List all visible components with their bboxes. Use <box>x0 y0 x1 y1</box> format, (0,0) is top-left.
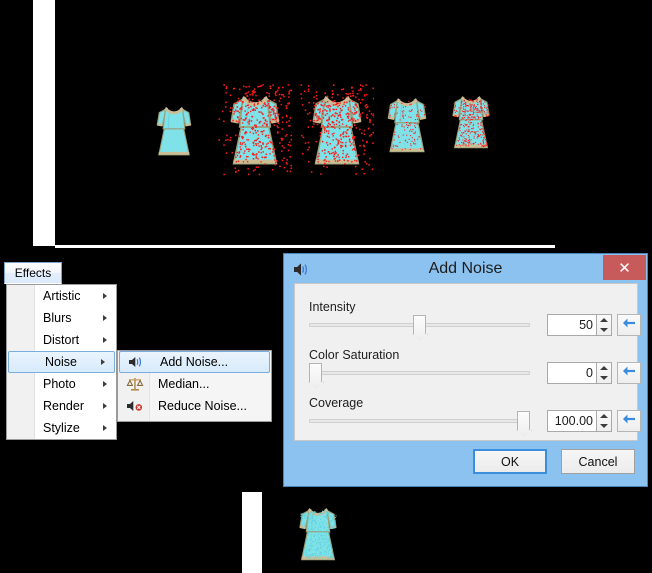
canvas-filler <box>0 246 55 258</box>
chevron-right-icon <box>103 381 107 387</box>
reset-button-coverage[interactable] <box>617 410 641 432</box>
menu-item-label: Artistic <box>43 289 81 303</box>
dress-result-preview <box>290 498 346 570</box>
reset-button-color-saturation[interactable] <box>617 362 641 384</box>
dialog-controls-panel: Intensity 50 Color Saturation 0 Coverage 100.… <box>294 283 638 441</box>
spinner-up-icon[interactable] <box>597 363 611 373</box>
spinner-value-2[interactable]: 100.00 <box>547 410 596 432</box>
spinner-value-0[interactable]: 50 <box>547 314 596 336</box>
cancel-button[interactable]: Cancel <box>561 449 635 474</box>
app-root: Effects Artistic Blurs Distort Noise Photo Re… <box>0 0 652 573</box>
chevron-right-icon <box>103 425 107 431</box>
menu-item-label: Median... <box>158 377 209 391</box>
spinner-up-icon[interactable] <box>597 315 611 325</box>
effects-menu-item-noise[interactable]: Noise <box>8 351 115 373</box>
dress-noise-scattered-a <box>218 84 292 176</box>
effects-menu-item-render[interactable]: Render <box>7 395 116 417</box>
spinner-color-saturation[interactable]: 0 <box>547 362 612 384</box>
menu-item-label: Add Noise... <box>160 355 228 369</box>
slider-thumb-intensity[interactable] <box>413 315 426 334</box>
menubar-effects-label: Effects <box>15 266 51 280</box>
slider-coverage[interactable] <box>309 419 530 423</box>
effects-menu[interactable]: Artistic Blurs Distort Noise Photo Render Styl… <box>6 284 117 440</box>
reset-button-intensity[interactable] <box>617 314 641 336</box>
control-label-color-saturation: Color Saturation <box>309 348 399 362</box>
dress-noise-scattered-b <box>300 84 374 176</box>
image-canvas[interactable] <box>0 0 652 252</box>
slider-color-saturation[interactable] <box>309 371 530 375</box>
chevron-right-icon <box>101 359 105 365</box>
reset-arrow-icon <box>622 316 636 334</box>
menu-item-label: Stylize <box>43 421 80 435</box>
spinner-down-icon[interactable] <box>597 421 611 431</box>
scales-median-icon <box>126 376 144 392</box>
menubar-effects-button[interactable]: Effects <box>4 262 62 284</box>
spinner-down-icon[interactable] <box>597 373 611 383</box>
noise-submenu[interactable]: Add Noise... Median... Reduce Noise... <box>117 350 272 422</box>
effects-menu-item-blurs[interactable]: Blurs <box>7 307 116 329</box>
control-label-coverage: Coverage <box>309 396 363 410</box>
ok-button[interactable]: OK <box>473 449 547 474</box>
close-icon[interactable]: ✕ <box>603 255 646 280</box>
control-label-intensity: Intensity <box>309 300 356 314</box>
noise-submenu-item-reduce-noise[interactable]: Reduce Noise... <box>118 395 271 417</box>
spinner-intensity[interactable]: 50 <box>547 314 612 336</box>
menu-item-label: Photo <box>43 377 76 391</box>
spinner-buttons-2[interactable] <box>596 410 612 432</box>
chevron-right-icon <box>103 403 107 409</box>
menu-item-label: Reduce Noise... <box>158 399 247 413</box>
spinner-coverage[interactable]: 100.00 <box>547 410 612 432</box>
dialog-title-bar[interactable]: Add Noise ✕ <box>284 254 647 284</box>
noise-submenu-item-median[interactable]: Median... <box>118 373 271 395</box>
chevron-right-icon <box>103 293 107 299</box>
menu-item-label: Blurs <box>43 311 71 325</box>
reset-arrow-icon <box>622 412 636 430</box>
spinner-buttons-0[interactable] <box>596 314 612 336</box>
speaker-noise-icon <box>293 262 311 277</box>
effects-menu-item-distort[interactable]: Distort <box>7 329 116 351</box>
bottom-left-white-strip <box>242 492 262 573</box>
menu-item-label: Noise <box>45 355 77 369</box>
spinner-up-icon[interactable] <box>597 411 611 421</box>
menu-item-label: Render <box>43 399 84 413</box>
canvas-bottom-edge <box>55 245 555 248</box>
dialog-button-row: OK Cancel <box>284 449 649 479</box>
dress-original <box>148 96 200 166</box>
menu-item-label: Distort <box>43 333 79 347</box>
chevron-right-icon <box>103 337 107 343</box>
spinner-down-icon[interactable] <box>597 325 611 335</box>
speaker-reduce-noise-icon <box>126 398 144 414</box>
effects-menu-item-photo[interactable]: Photo <box>7 373 116 395</box>
effects-menu-item-artistic[interactable]: Artistic <box>7 285 116 307</box>
slider-thumb-color-saturation[interactable] <box>309 363 322 382</box>
speaker-add-noise-icon <box>128 354 146 370</box>
noise-submenu-item-add-noise[interactable]: Add Noise... <box>119 351 270 373</box>
dress-noise-inner <box>378 88 436 162</box>
add-noise-dialog: Add Noise ✕ Intensity 50 Color Saturation 0… <box>283 253 648 487</box>
spinner-buttons-1[interactable] <box>596 362 612 384</box>
spinner-value-1[interactable]: 0 <box>547 362 596 384</box>
reset-arrow-icon <box>622 364 636 382</box>
effects-menu-item-stylize[interactable]: Stylize <box>7 417 116 439</box>
canvas-left-white-strip <box>33 0 55 246</box>
chevron-right-icon <box>103 315 107 321</box>
dialog-title-text: Add Noise <box>429 260 503 278</box>
dress-noise-dense <box>443 86 499 158</box>
slider-thumb-coverage[interactable] <box>517 411 530 430</box>
